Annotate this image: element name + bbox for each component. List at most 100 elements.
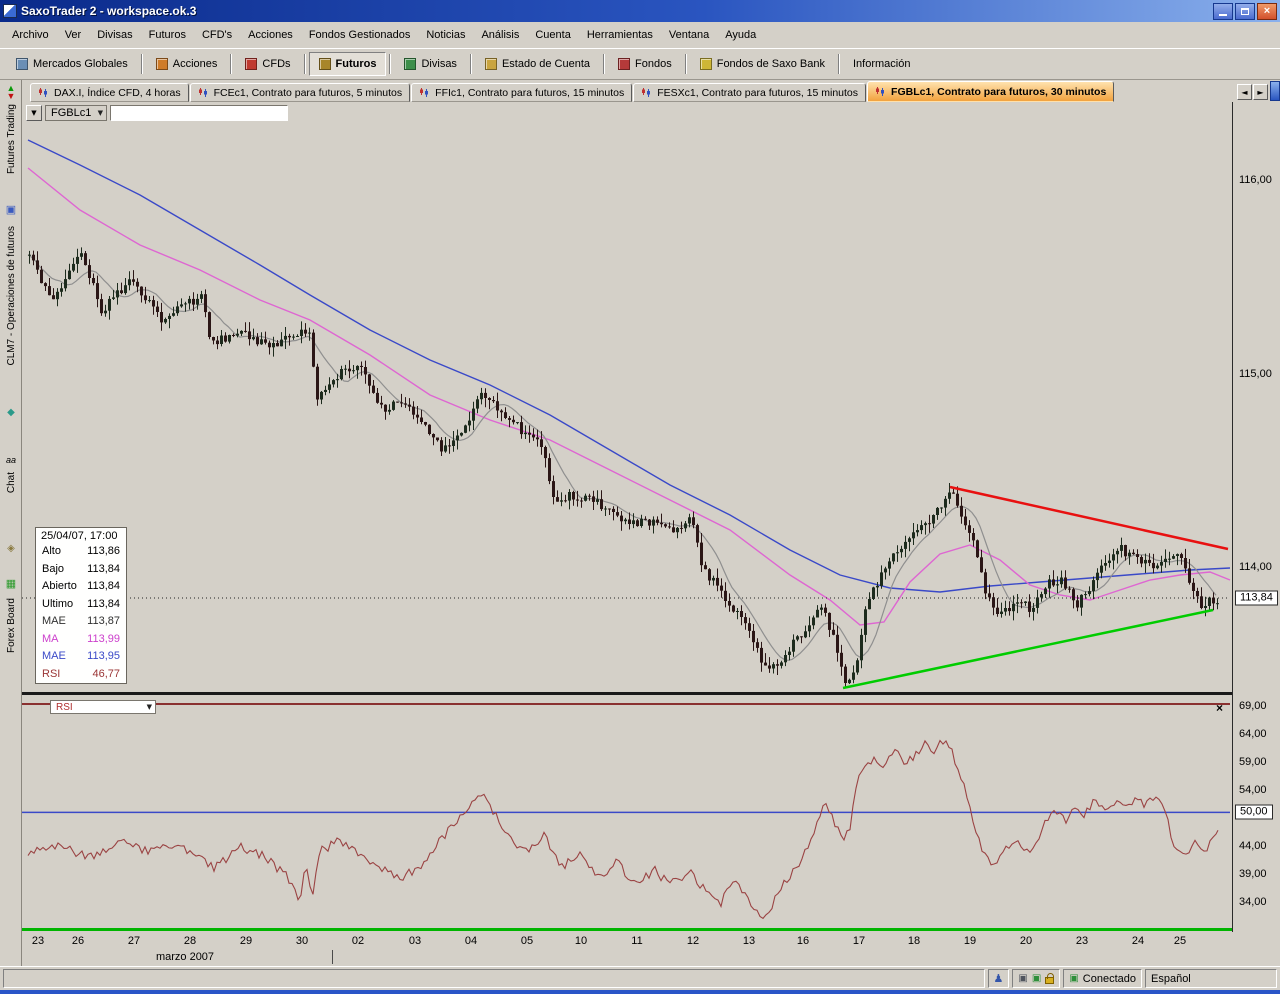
date-label: 23 [1076,935,1088,947]
globe-icon [16,58,28,70]
tab-ffic1[interactable]: FFIc1, Contrato para futuros, 15 minutos [411,83,632,102]
toolbar-cfds[interactable]: CFDs [235,52,300,76]
toolbar-informacion[interactable]: Información [843,52,920,76]
infobox-value: 113,87 [87,613,120,631]
rsi-axis-label: 54,00 [1239,784,1267,796]
tag-icon[interactable]: ◈ [0,544,22,553]
date-label: 17 [853,935,865,947]
sidebar-item-futures-trading[interactable]: Futures Trading [0,104,22,182]
date-label: 16 [797,935,809,947]
menu-ayuda[interactable]: Ayuda [717,25,764,45]
toolbar-label: Estado de Cuenta [502,58,590,70]
date-label: 28 [184,935,196,947]
rsi-indicator-combo[interactable]: RSI ▼ [50,700,156,714]
tab-fesxc1[interactable]: FESXc1, Contrato para futuros, 15 minuto… [633,83,866,102]
rsi-combo-value: RSI [56,702,73,713]
toolbar-separator [603,54,605,74]
date-label: 10 [575,935,587,947]
toolbar-label: Fondos de Saxo Bank [717,58,825,70]
status-main-panel [3,969,985,988]
rsi-axis-label: 59,00 [1239,756,1267,768]
menu-divisas[interactable]: Divisas [89,25,140,45]
menu-noticias[interactable]: Noticias [418,25,473,45]
infobox-value: 113,84 [87,596,120,614]
rsi-chart[interactable] [22,698,1232,928]
window-icon[interactable]: ▣ [0,206,22,214]
chat-icon[interactable]: aa [0,456,22,464]
symbol-combo[interactable]: FGBLc1 ▼ [45,105,107,121]
tab-scroll-right-button[interactable]: ► [1253,84,1268,100]
restore-icon [1241,8,1249,15]
monitor-icon: ▣ [1018,974,1027,984]
toolbar-mercados-globales[interactable]: Mercados Globales [6,52,138,76]
window-bottom-edge [0,990,1280,994]
bottom-separator [22,928,1232,931]
minimize-button[interactable] [1213,3,1233,20]
restore-button[interactable] [1235,3,1255,20]
sidebar-item-chat[interactable]: Chat [0,472,22,506]
menu-ventana[interactable]: Ventana [661,25,717,45]
current-price-box: 113,84 [1235,590,1278,605]
infobox-row: MA113,99 [36,631,126,649]
updown-arrows-icon[interactable]: ▲▼ [0,84,22,100]
rsi-current-box: 50,00 [1235,805,1273,820]
ma-medium-line [28,168,1230,625]
language-selector[interactable]: Español [1145,969,1277,988]
rsi-axis-label: 69,00 [1239,700,1267,712]
close-indicator-button[interactable]: × [1212,700,1227,715]
menu-acciones[interactable]: Acciones [240,25,301,45]
toolbar-label: CFDs [262,58,290,70]
connection-label: Conectado [1083,973,1136,985]
tab-fcec1[interactable]: FCEc1, Contrato para futuros, 5 minutos [190,83,411,102]
date-label: 23 [32,935,44,947]
close-button[interactable]: × [1257,3,1277,20]
menu-analisis[interactable]: Análisis [473,25,527,45]
tab-label: FESXc1, Contrato para futuros, 15 minuto… [657,87,858,99]
tab-fgblc1[interactable]: FGBLc1, Contrato para futuros, 30 minuto… [867,81,1114,102]
date-label: 03 [409,935,421,947]
menu-cfd-s[interactable]: CFD's [194,25,240,45]
menu-ver[interactable]: Ver [57,25,90,45]
menu-archivo[interactable]: Archivo [4,25,57,45]
sidebar-item-label: Futures Trading [6,104,17,174]
infobox-row: RSI46,77 [36,666,126,684]
toolbar-divisas[interactable]: Divisas [394,52,466,76]
sidebar-item-clm7-operaciones-de-futuros[interactable]: CLM7 - Operaciones de futuros [0,226,22,390]
menu-herramientas[interactable]: Herramientas [579,25,661,45]
date-label: 25 [1174,935,1186,947]
menu-fondos-gestionados[interactable]: Fondos Gestionados [301,25,419,45]
date-label: 05 [521,935,533,947]
candlestick-icon [419,87,431,98]
panel-divider[interactable] [22,692,1232,695]
toolbar-fondos-de-saxo-bank[interactable]: Fondos de Saxo Bank [690,52,835,76]
sidebar-item-forex-board[interactable]: Forex Board [0,598,22,664]
date-label: 24 [1132,935,1144,947]
tab-bar-edge [1270,81,1280,101]
toolbar-fondos[interactable]: Fondos [608,52,682,76]
price-axis-label: 115,00 [1239,368,1272,380]
month-row: marzo 2007 [22,950,1232,966]
statusbar: ♟ ▣ ▣ ▣ Conectado Español [0,966,1280,990]
rsi-axis-label: 34,00 [1239,896,1267,908]
chart-text-input[interactable] [110,105,288,121]
chart-dropdown-button[interactable]: ▼ [26,105,42,121]
tab-scroll-left-button[interactable]: ◄ [1237,84,1252,100]
toolbar-futuros[interactable]: Futuros [309,52,387,76]
toolbar-separator [304,54,306,74]
date-label: 26 [72,935,84,947]
board-icon[interactable]: ▦ [0,580,22,588]
menu-futuros[interactable]: Futuros [141,25,194,45]
infobox-label: Alto [42,543,61,561]
account-status-icon [485,58,497,70]
toolbar: Mercados Globales Acciones CFDs Futuros Divi… [0,48,1280,80]
tab-dax-i[interactable]: DAX.I, Índice CFD, 4 horas [30,83,189,102]
titlebar[interactable]: SaxoTrader 2 - workspace.ok.3 × [0,0,1280,22]
toolbar-separator [389,54,391,74]
infobox-label: Bajo [42,561,64,579]
toolbar-estado-de-cuenta[interactable]: Estado de Cuenta [475,52,600,76]
price-chart[interactable] [22,102,1232,694]
chart-icon[interactable]: ◆ [0,408,22,417]
toolbar-acciones[interactable]: Acciones [146,52,228,76]
currency-icon [404,58,416,70]
menu-cuenta[interactable]: Cuenta [527,25,578,45]
